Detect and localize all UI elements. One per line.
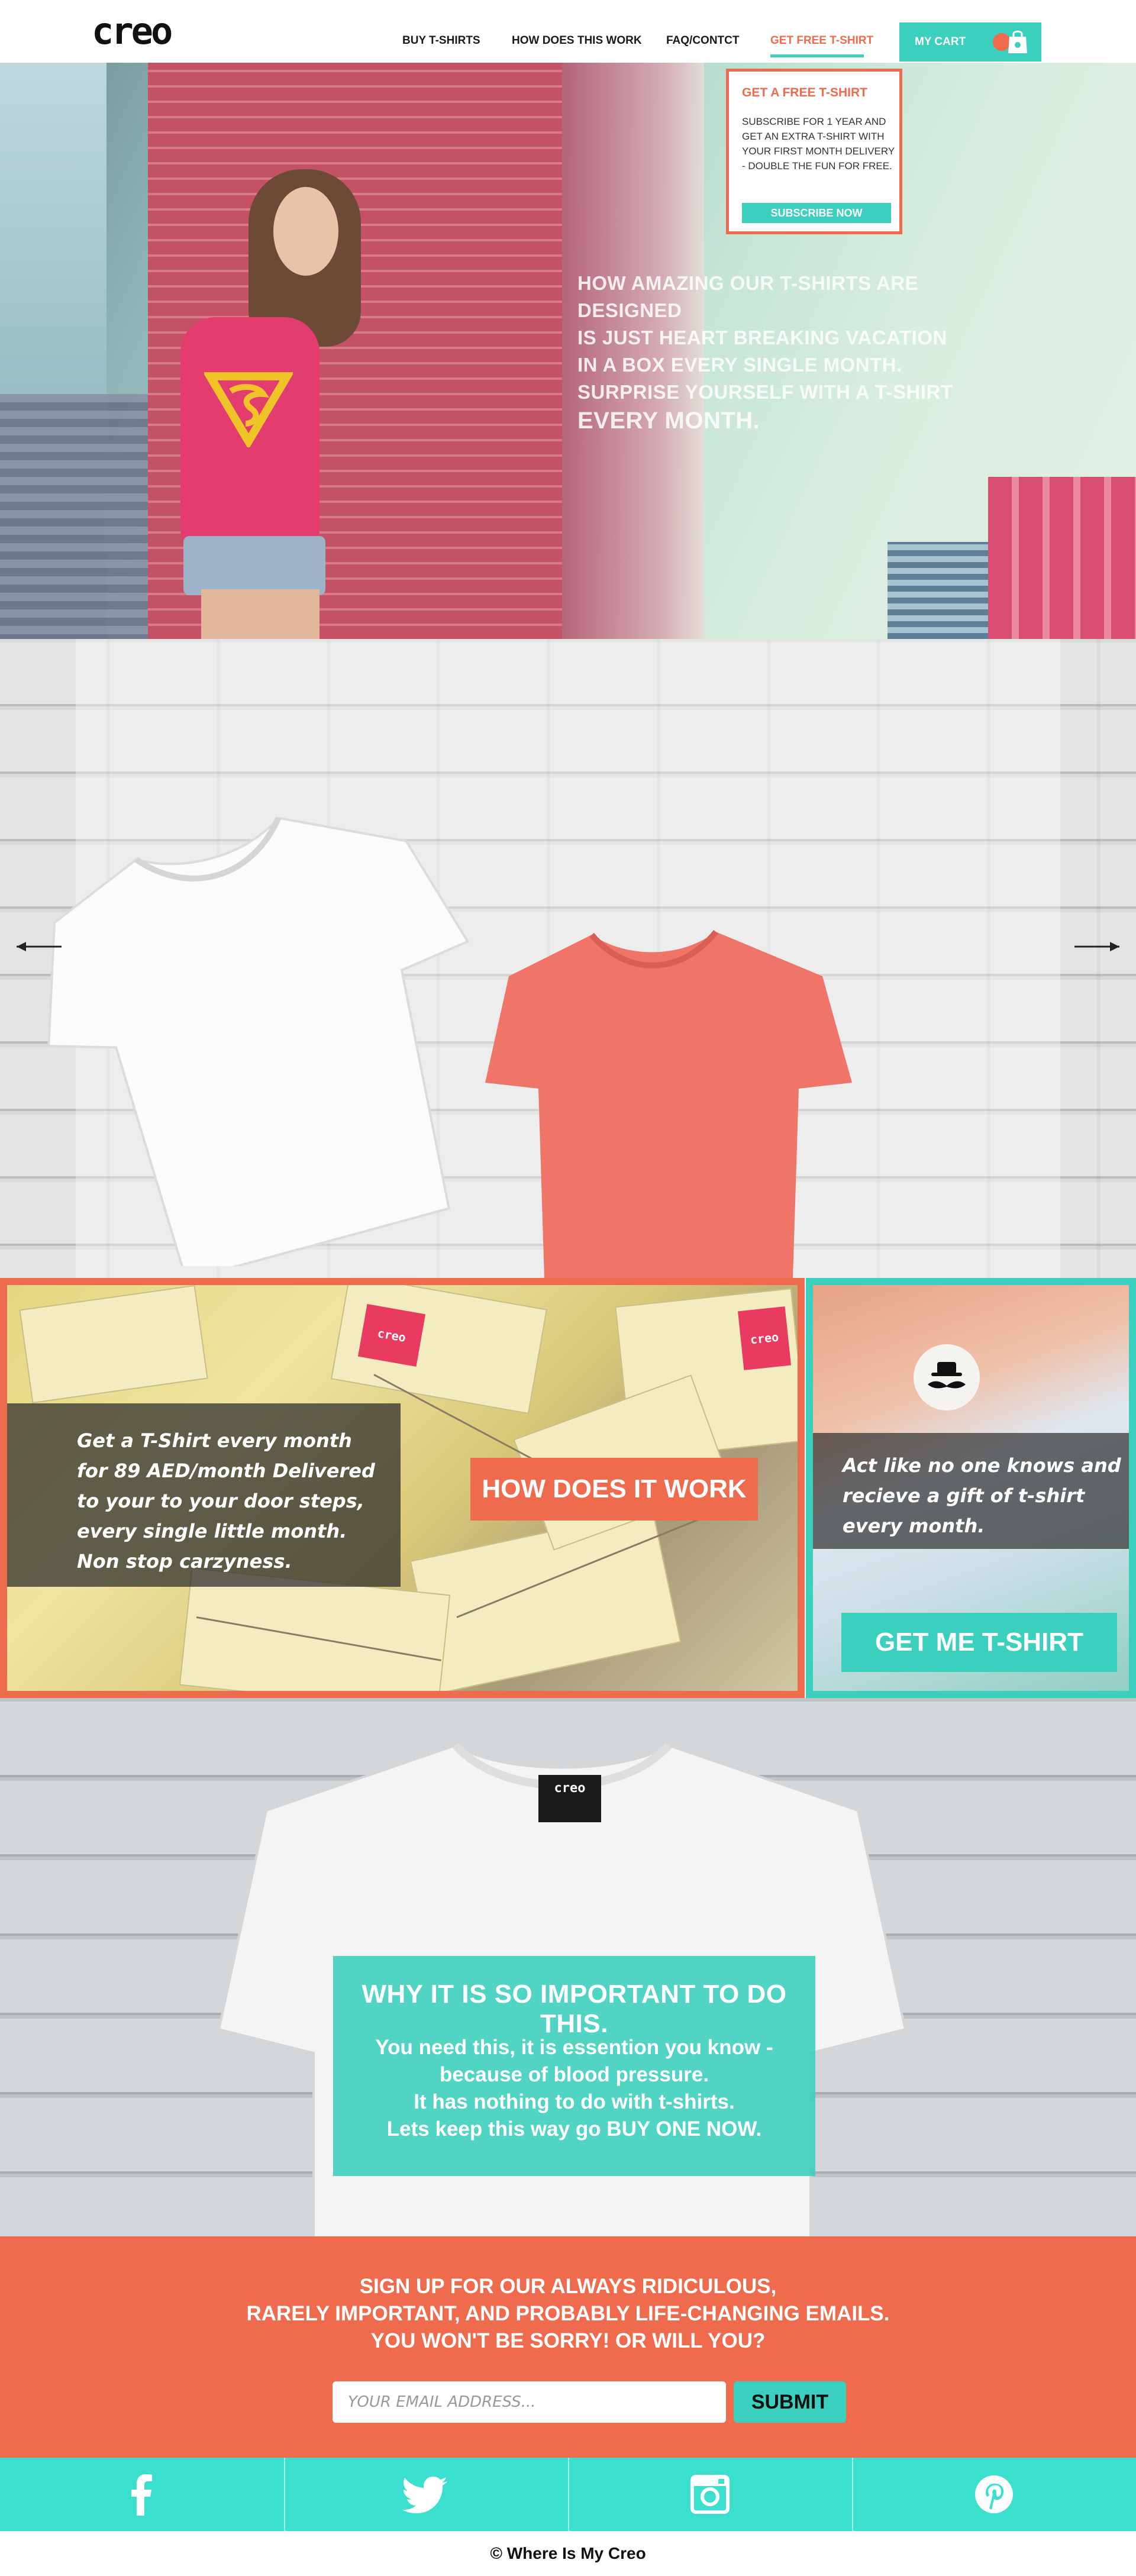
site-header: creo BUY T-SHIRTS HOW DOES THIS WORK FAQ… bbox=[0, 0, 1136, 63]
superhero-emblem-icon bbox=[204, 372, 293, 447]
importance-title: WHY IT IS SO IMPORTANT TO DO THIS. bbox=[362, 1980, 787, 2038]
social-link-twitter[interactable] bbox=[285, 2458, 569, 2531]
hero-building-right-red bbox=[988, 477, 1136, 639]
subscription-feature-panel: creo creo Get a T-Shirt every month for … bbox=[0, 1278, 805, 1698]
hero-line: HOW AMAZING OUR T-SHIRTS ARE DESIGNED bbox=[577, 272, 919, 321]
newsletter-line: RARELY IMPORTANT, AND PROBABLY LIFE-CHAN… bbox=[246, 2302, 890, 2325]
hero-model-face bbox=[273, 187, 338, 276]
hero-model-legs bbox=[201, 589, 320, 639]
tshirt-neck-label: creo bbox=[538, 1775, 601, 1822]
social-link-pinterest[interactable] bbox=[853, 2458, 1136, 2531]
mustache-hat-icon bbox=[928, 1362, 966, 1389]
how-does-it-work-button[interactable]: HOW DOES IT WORK bbox=[470, 1458, 758, 1521]
hero-line: SURPRISE YOURSELF WITH A T-SHIRT bbox=[577, 381, 953, 403]
gift-description: Act like no one knows and recieve a gift… bbox=[843, 1454, 1121, 1537]
copyright-text: © Where Is My Creo bbox=[490, 2544, 646, 2562]
free-tshirt-promo: GET A FREE T-SHIRT SUBSCRIBE FOR 1 YEAR … bbox=[726, 69, 902, 234]
page: creo BUY T-SHIRTS HOW DOES THIS WORK FAQ… bbox=[0, 0, 1136, 2576]
tshirt-label-brand: creo bbox=[554, 1781, 586, 1796]
newsletter-line: SIGN UP FOR OUR ALWAYS RIDICULOUS, bbox=[359, 2275, 777, 2298]
promo-text: SUBSCRIBE FOR 1 YEAR AND GET AN EXTRA T-… bbox=[742, 116, 895, 172]
submit-button[interactable]: SUBMIT bbox=[734, 2381, 846, 2423]
gift-feature-panel: Act like no one knows and recieve a gift… bbox=[806, 1278, 1136, 1698]
package-label: creo bbox=[737, 1306, 792, 1370]
cart-label: MY CART bbox=[915, 35, 966, 48]
hero-line: EVERY MONTH. bbox=[577, 408, 760, 434]
hero-tagline: HOW AMAZING OUR T-SHIRTS ARE DESIGNED IS… bbox=[577, 270, 1027, 435]
get-me-tshirt-button[interactable]: GET ME T-SHIRT bbox=[841, 1613, 1117, 1672]
importance-section: creo WHY IT IS SO IMPORTANT TO DO THIS. … bbox=[0, 1698, 1136, 2236]
site-footer: © Where Is My Creo bbox=[0, 2531, 1136, 2576]
importance-body: You need this, it is essention you know … bbox=[333, 2034, 815, 2143]
package-box bbox=[179, 1567, 451, 1691]
importance-line: You need this, it is essention you know … bbox=[375, 2036, 773, 2059]
social-link-instagram[interactable] bbox=[569, 2458, 853, 2531]
social-link-facebook[interactable] bbox=[0, 2458, 284, 2531]
arrow-left-icon[interactable] bbox=[14, 941, 62, 953]
subscription-description: Get a T-Shirt every month for 89 AED/mon… bbox=[77, 1429, 375, 1573]
twitter-icon bbox=[402, 2477, 447, 2513]
nav-how-does-this-work[interactable]: HOW DOES THIS WORK bbox=[512, 34, 642, 47]
newsletter-heading: SIGN UP FOR OUR ALWAYS RIDICULOUS, RAREL… bbox=[0, 2273, 1136, 2355]
hero-banner: HOW AMAZING OUR T-SHIRTS ARE DESIGNED IS… bbox=[0, 63, 1136, 639]
nav-faq-contact[interactable]: FAQ/CONTCT bbox=[666, 34, 740, 47]
nav-buy-tshirts[interactable]: BUY T-SHIRTS bbox=[402, 34, 480, 47]
subscribe-now-button[interactable]: SUBSCRIBE NOW bbox=[742, 203, 891, 223]
newsletter-signup: SIGN UP FOR OUR ALWAYS RIDICULOUS, RAREL… bbox=[0, 2236, 1136, 2458]
arrow-right-icon[interactable] bbox=[1074, 941, 1122, 953]
package-box bbox=[19, 1285, 208, 1404]
cart-button[interactable]: MY CART bbox=[899, 22, 1041, 62]
facebook-icon bbox=[131, 2474, 152, 2516]
package-box bbox=[409, 1509, 682, 1691]
hero-line: IS JUST HEART BREAKING VACATION bbox=[577, 327, 947, 348]
pinterest-icon bbox=[975, 2475, 1013, 2513]
product-slider bbox=[0, 639, 1136, 1278]
shopping-bag-icon bbox=[1008, 30, 1027, 53]
nav-get-free-tshirt[interactable]: GET FREE T-SHIRT bbox=[770, 34, 873, 47]
social-bar bbox=[0, 2458, 1136, 2531]
importance-line: It has nothing to do with t-shirts. bbox=[414, 2090, 735, 2113]
package-label: creo bbox=[357, 1304, 426, 1367]
email-field[interactable] bbox=[333, 2381, 726, 2423]
active-nav-indicator bbox=[770, 54, 864, 57]
logo[interactable]: creo bbox=[92, 11, 173, 52]
importance-line: Lets keep this way go BUY ONE NOW. bbox=[386, 2117, 762, 2141]
hero-model-shorts bbox=[183, 536, 325, 595]
newsletter-line: YOU WON'T BE SORRY! OR WILL YOU? bbox=[370, 2329, 766, 2352]
importance-line: because of blood pressure. bbox=[439, 2063, 709, 2086]
coral-tshirt-image bbox=[485, 929, 852, 1278]
instagram-icon bbox=[690, 2475, 730, 2514]
importance-callout: WHY IT IS SO IMPORTANT TO DO THIS. You n… bbox=[333, 1956, 815, 2176]
promo-title: GET A FREE T-SHIRT bbox=[742, 86, 867, 99]
hero-line: IN A BOX EVERY SINGLE MONTH. bbox=[577, 354, 902, 376]
